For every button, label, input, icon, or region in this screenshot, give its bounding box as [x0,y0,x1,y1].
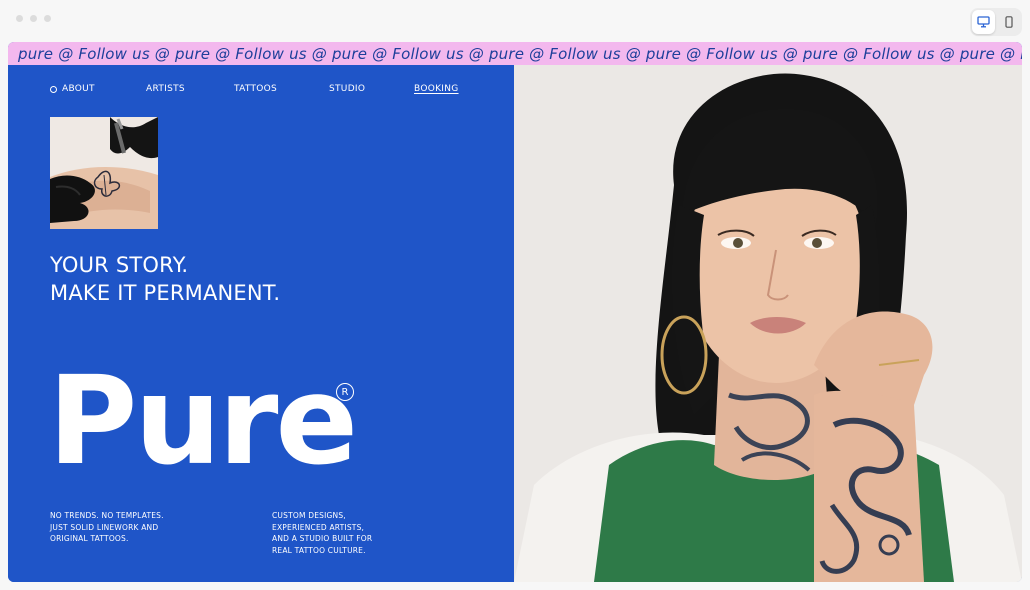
nav-about-label: ABOUT [62,84,95,94]
headline-line-1: YOUR STORY. [50,253,189,277]
tattooing-thumbnail [50,117,158,229]
nav-booking[interactable]: BOOKING [414,84,459,94]
blurb-line: AND A STUDIO BUILT FOR [272,534,373,543]
blurb-line: JUST SOLID LINEWORK AND [50,522,159,532]
window-dot[interactable] [16,15,23,22]
blurb-originality: NO TRENDS. NO TEMPLATES. JUST SOLID LINE… [50,510,164,545]
blurb-line: REAL TATTOO CULTURE. [272,545,366,555]
mobile-view-button[interactable] [997,10,1020,34]
blurb-line: ORIGINAL TATTOOS. [50,534,129,543]
hero-headline: YOUR STORY. MAKE IT PERMANENT. [50,251,280,307]
headline-line-2: MAKE IT PERMANENT. [50,281,281,305]
nav-artists[interactable]: ARTISTS [146,84,234,94]
logo-wordmark: Pure [48,350,358,492]
website-preview: pure @ Follow us @ pure @ Follow us @ pu… [8,42,1022,582]
nav-about[interactable]: ABOUT [50,84,146,94]
marquee-text: pure @ Follow us @ pure @ Follow us @ pu… [18,44,1022,63]
phone-icon [1004,16,1013,28]
window-dots [16,15,51,22]
hero-left-panel: ABOUT ARTISTS TATTOOS STUDIO BOOKING YOU… [8,65,514,582]
blurb-studio: CUSTOM DESIGNS, EXPERIENCED ARTISTS, AND… [272,510,372,556]
nav-studio[interactable]: STUDIO [329,84,414,94]
blurb-line: EXPERIENCED ARTISTS, [272,522,365,532]
social-marquee[interactable]: pure @ Follow us @ pure @ Follow us @ pu… [8,42,1022,65]
window-dot[interactable] [30,15,37,22]
nav-tattoos[interactable]: TATTOOS [234,84,329,94]
circle-icon [50,85,57,93]
monitor-icon [977,16,990,28]
window-dot[interactable] [44,15,51,22]
hero-portrait-photo [514,65,1022,582]
blurb-line: CUSTOM DESIGNS, [272,511,346,520]
main-nav: ABOUT ARTISTS TATTOOS STUDIO BOOKING [50,84,459,94]
device-toggle [970,8,1022,36]
browser-frame: pure @ Follow us @ pure @ Follow us @ pu… [0,0,1030,590]
brand-logo: Pure R [48,350,358,492]
registered-mark: R [336,383,354,401]
blurb-line: NO TRENDS. NO TEMPLATES. [50,511,164,520]
desktop-view-button[interactable] [972,10,995,34]
